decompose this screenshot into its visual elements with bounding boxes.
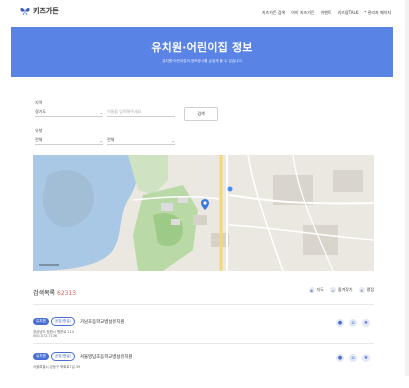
type2-value: 전체 <box>107 137 115 142</box>
chevron-down-icon: ⌄ <box>171 137 175 143</box>
filter-map[interactable]: ◉ 지도 <box>308 287 324 293</box>
type-badge: 유치원 <box>33 318 49 325</box>
star-icon[interactable]: ★ <box>362 354 370 362</box>
home-icon[interactable]: ⌂ <box>349 354 357 362</box>
type-badge: 유치원 <box>33 353 49 360</box>
scrollbar[interactable] <box>405 0 409 376</box>
item-phone: 000-572-7136 <box>33 334 58 338</box>
site-header: 키즈가든 키즈가든 검색 아이 키즈가든 이벤트 키즈맘TALK * 관리자 페… <box>0 0 409 26</box>
filter-favorite-label: 즐겨찾기 <box>337 287 353 292</box>
chevron-down-icon: ⌄ <box>99 109 103 115</box>
result-filters: ◉ 지도 ⌂ 즐겨찾기 ★ 평점 <box>308 287 374 293</box>
list-item[interactable]: 유치원 공립(병설) 가남초등학교병설유치원 경상남도 창원시 행운로 114 … <box>33 317 374 353</box>
nav-kids[interactable]: 아이 키즈가든 <box>291 10 314 16</box>
name-placeholder: 이름을 입력해주세요 <box>107 109 142 114</box>
butterfly-icon <box>20 7 30 16</box>
chevron-down-icon: ⌄ <box>99 137 103 143</box>
region-label: 지역 <box>35 100 43 105</box>
map-marker-icon[interactable]: ● <box>336 319 344 327</box>
nav-search[interactable]: 키즈가든 검색 <box>262 10 285 16</box>
results-header: 검색목록 62313 ◉ 지도 ⌂ 즐겨찾기 ★ 평점 <box>33 287 374 299</box>
kind-badge: 공립(병설) <box>50 317 75 326</box>
filter-map-label: 지도 <box>316 287 324 292</box>
item-name[interactable]: 가남초등학교병설유치원 <box>80 319 124 325</box>
item-actions: ● ⌂ ★ <box>336 319 370 327</box>
item-name[interactable]: 서울영답초등학교병설유치원 <box>80 354 133 360</box>
item-badges: 유치원 공립(병설) 가남초등학교병설유치원 <box>33 317 124 326</box>
nav-event[interactable]: 이벤트 <box>321 10 332 16</box>
star-icon: ★ <box>358 287 365 293</box>
home-icon: ⌂ <box>329 287 336 293</box>
search-button[interactable]: 검색 <box>184 107 218 121</box>
results-count: 62313 <box>57 290 77 297</box>
nav-talk[interactable]: 키즈맘TALK <box>338 10 359 16</box>
region-select[interactable]: 경기도 ⌄ <box>35 108 103 117</box>
map-marker-icon[interactable]: ● <box>336 354 344 362</box>
type2-select[interactable]: 전체 ⌄ <box>107 136 175 145</box>
type-select[interactable]: 전체 ⌄ <box>35 136 103 145</box>
filter-rating-label: 평점 <box>366 287 374 292</box>
hero-banner: 유치원·어린이집 정보 유치원·어린이집의 정보공시를 손쉽게 볼 수 있습니다 <box>11 27 393 77</box>
map-view[interactable] <box>33 155 374 271</box>
map-canvas <box>33 155 374 271</box>
divider <box>33 304 374 305</box>
main-nav: 키즈가든 검색 아이 키즈가든 이벤트 키즈맘TALK * 관리자 페이지 <box>262 10 391 16</box>
map-pin-icon[interactable] <box>201 199 209 211</box>
brand-name: 키즈가든 <box>33 7 59 15</box>
kind-badge: 공립(병설) <box>50 352 75 361</box>
logo[interactable]: 키즈가든 <box>20 6 59 16</box>
map-marker-icon: ◉ <box>308 287 315 293</box>
nav-admin[interactable]: * 관리자 페이지 <box>364 10 391 16</box>
page-title: 유치원·어린이집 정보 <box>151 41 253 54</box>
type-label: 유형 <box>35 128 43 133</box>
results-count-label: 검색목록 62313 <box>33 288 76 297</box>
divider <box>33 343 374 344</box>
list-item[interactable]: 유치원 공립(병설) 서울영답초등학교병설유치원 서울특별시 강동구 북화로7길… <box>33 352 374 388</box>
item-address: 서울특별시 강동구 북화로7길 39 <box>33 365 81 369</box>
home-icon[interactable]: ⌂ <box>349 319 357 327</box>
region-value: 경기도 <box>35 109 47 114</box>
name-input[interactable]: 이름을 입력해주세요 <box>107 108 175 117</box>
filter-rating[interactable]: ★ 평점 <box>358 287 374 293</box>
star-icon[interactable]: ★ <box>362 319 370 327</box>
results-label: 검색목록 <box>33 290 56 297</box>
filter-favorite[interactable]: ⌂ 즐겨찾기 <box>329 287 353 293</box>
item-actions: ● ⌂ ★ <box>336 354 370 362</box>
item-badges: 유치원 공립(병설) 서울영답초등학교병설유치원 <box>33 352 132 361</box>
page-subtitle: 유치원·어린이집의 정보공시를 손쉽게 볼 수 있습니다 <box>162 59 242 63</box>
type-value: 전체 <box>35 137 43 142</box>
